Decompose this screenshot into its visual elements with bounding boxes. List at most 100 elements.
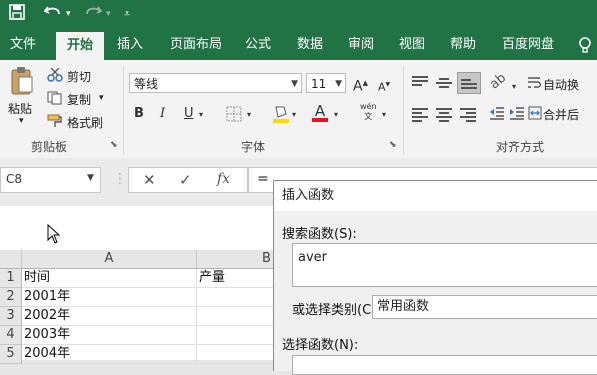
fill-color-dropdown-icon[interactable]: ▾ (292, 106, 296, 124)
formula-bar-grip-icon: ⋮ (113, 171, 127, 187)
font-group-label: 字体 (241, 140, 266, 154)
merge-center-button[interactable]: 合并后 (543, 106, 579, 123)
decrease-indent-icon[interactable] (489, 106, 505, 123)
cell-a5[interactable]: 2004年 (22, 345, 197, 364)
format-painter-icon (47, 114, 63, 131)
clipboard-group-label: 剪贴板 (31, 140, 68, 154)
redo-dropdown-icon[interactable]: ▾ (106, 4, 111, 24)
underline-button[interactable]: U (184, 105, 194, 123)
insert-function-button[interactable]: fx (217, 171, 230, 187)
phonetic-guide-label: wén (360, 102, 377, 111)
ribbon-tabs: 文件 开始 插入 页面布局 公式 数据 审阅 视图 帮助 百度网盘 (0, 30, 597, 60)
wrap-text-icon (527, 76, 541, 93)
align-center-icon[interactable] (436, 108, 452, 122)
cell-a2[interactable]: 2001年 (22, 288, 197, 307)
row-header[interactable]: 4 (0, 326, 22, 345)
tab-view[interactable]: 视图 (399, 30, 425, 60)
font-launcher-icon[interactable]: ⬊ (389, 140, 397, 150)
tab-baidu-netdisk[interactable]: 百度网盘 (502, 30, 554, 60)
title-bar: ▾ ▾ ⩡ (0, 0, 597, 30)
format-painter-button[interactable]: 格式刷 (67, 114, 103, 131)
copy-dropdown-icon[interactable]: ▾ (99, 93, 104, 103)
redo-icon[interactable] (84, 4, 103, 25)
copy-icon (47, 91, 63, 108)
chevron-down-icon[interactable]: ▼ (87, 173, 94, 183)
paste-dropdown-icon[interactable]: ▾ (19, 116, 24, 126)
cut-button[interactable]: 剪切 (67, 68, 91, 85)
orientation-dropdown-icon[interactable]: ▾ (512, 78, 516, 96)
row-header[interactable]: 2 (0, 288, 22, 307)
customize-toolbar-icon[interactable]: ⩡ (124, 4, 130, 24)
row-header[interactable]: 5 (0, 345, 22, 364)
row-header[interactable]: 1 (0, 269, 22, 288)
wrap-text-button[interactable]: 自动换 (543, 76, 579, 93)
function-list[interactable] (292, 355, 597, 375)
tab-formulas[interactable]: 公式 (245, 30, 271, 60)
tab-review[interactable]: 审阅 (348, 30, 374, 60)
font-color-button[interactable]: A (312, 102, 328, 122)
undo-dropdown-icon[interactable]: ▾ (66, 4, 71, 24)
category-value: 常用函数 (377, 299, 430, 314)
grow-font-label: A (353, 78, 363, 95)
font-size-select[interactable]: 11 ▼ (306, 73, 346, 93)
fill-color-icon[interactable] (272, 104, 290, 127)
align-right-icon[interactable] (460, 108, 476, 122)
formula-buttons: ✕ ✓ fx (128, 167, 248, 193)
search-function-input[interactable]: aver (292, 243, 597, 287)
undo-icon[interactable] (43, 4, 62, 25)
tab-home[interactable]: 开始 (56, 32, 104, 60)
borders-dropdown-icon[interactable]: ▾ (247, 106, 251, 124)
font-size-value: 11 (311, 77, 327, 91)
name-box-value: C8 (6, 172, 23, 186)
select-all-corner[interactable] (0, 250, 22, 269)
select-function-label: 选择函数(N): (282, 338, 359, 353)
chevron-down-icon: ▼ (335, 79, 342, 89)
lightbulb-icon[interactable] (578, 36, 592, 57)
cancel-button[interactable]: ✕ (143, 171, 156, 189)
underline-dropdown-icon[interactable]: ▾ (199, 106, 203, 124)
name-box[interactable]: C8 ▼ (0, 167, 101, 193)
copy-button[interactable]: 复制 (67, 91, 91, 108)
paste-button[interactable]: 粘贴 (8, 100, 32, 117)
phonetic-guide-button[interactable]: wén 文 (360, 102, 377, 122)
align-middle-icon[interactable] (436, 78, 452, 90)
bold-button[interactable]: B (134, 105, 144, 123)
font-color-label: A (314, 102, 326, 120)
phonetic-dropdown-icon[interactable]: ▾ (382, 106, 386, 124)
shrink-font-label: A (378, 80, 386, 94)
enter-button[interactable]: ✓ (179, 171, 192, 189)
dialog-title: 插入函数 (274, 181, 597, 211)
orientation-icon[interactable]: ab (487, 71, 509, 93)
paste-icon[interactable] (10, 66, 34, 99)
borders-icon[interactable] (226, 106, 242, 125)
align-top-icon[interactable] (412, 76, 428, 88)
tab-file[interactable]: 文件 (10, 30, 36, 60)
ribbon: 粘贴 ▾ 剪切 复制 ▾ 格式刷 剪贴板 ⬊ 等线 ▼ 11 ▼ A▲ A▼ B… (0, 60, 597, 159)
save-icon[interactable] (9, 4, 25, 25)
cell-a4[interactable]: 2003年 (22, 326, 197, 345)
group-separator (123, 66, 124, 154)
scissors-icon (47, 67, 63, 85)
font-color-dropdown-icon[interactable]: ▾ (334, 106, 338, 124)
font-name-select[interactable]: 等线 ▼ (129, 73, 302, 93)
search-function-label: 搜索函数(S): (282, 227, 357, 242)
merge-center-icon (528, 106, 542, 123)
increase-indent-icon[interactable] (509, 106, 525, 123)
cell-a3[interactable]: 2002年 (22, 307, 197, 326)
cell-a1[interactable]: 时间 (22, 269, 197, 288)
row-header[interactable]: 3 (0, 307, 22, 326)
tab-insert[interactable]: 插入 (117, 30, 143, 60)
category-label: 或选择类别(C): (292, 303, 381, 318)
italic-button[interactable]: I (160, 105, 165, 123)
decrease-font-size-button[interactable]: A▼ (378, 76, 390, 97)
column-header[interactable]: A (22, 250, 197, 269)
formula-text: = (257, 171, 269, 187)
tab-data[interactable]: 数据 (297, 30, 323, 60)
tab-help[interactable]: 帮助 (450, 30, 476, 60)
increase-font-size-button[interactable]: A▲ (353, 74, 368, 96)
category-select[interactable]: 常用函数 (372, 295, 597, 319)
align-left-icon[interactable] (412, 108, 428, 122)
tab-page-layout[interactable]: 页面布局 (170, 30, 222, 60)
clipboard-launcher-icon[interactable]: ⬊ (110, 140, 118, 150)
align-bottom-button[interactable] (457, 72, 481, 94)
